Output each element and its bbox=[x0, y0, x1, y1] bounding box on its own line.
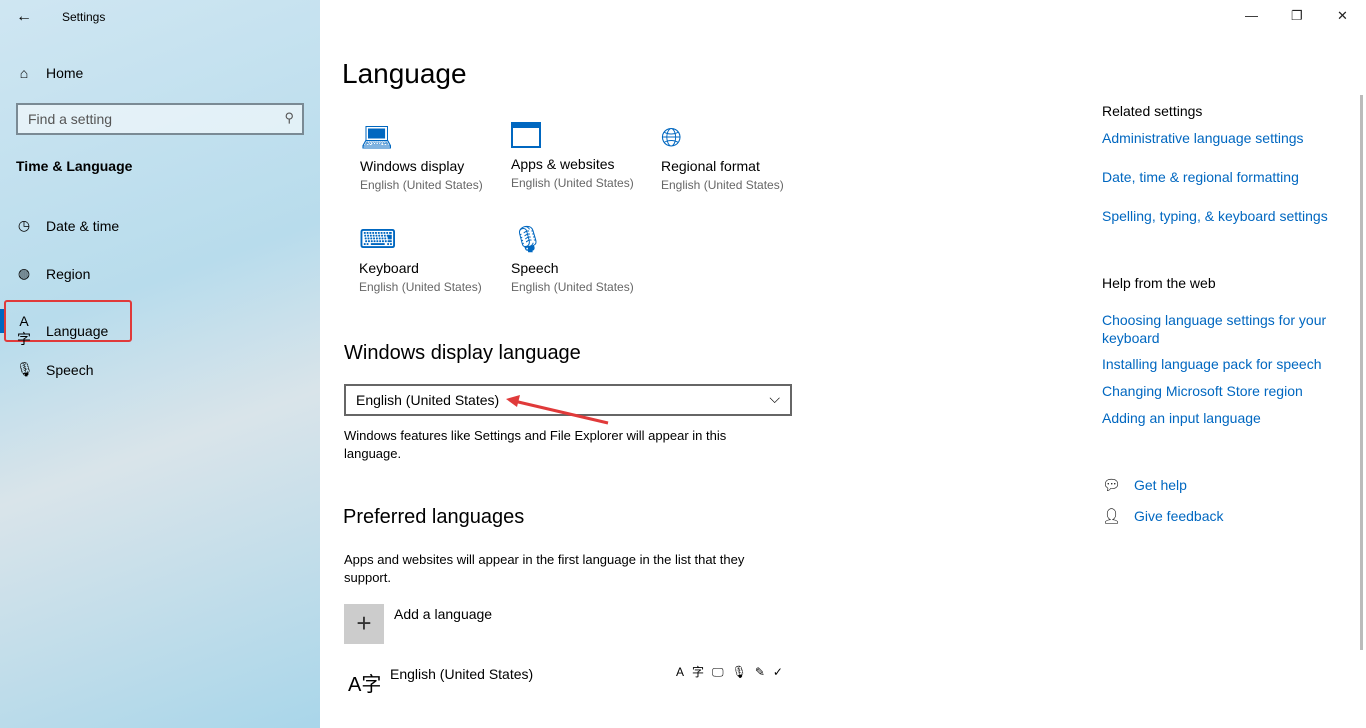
tile-sub: English (United States) bbox=[359, 280, 482, 294]
handwriting-icon: ✎ bbox=[754, 665, 773, 679]
language-icon: A字 bbox=[348, 674, 382, 696]
add-language-label[interactable]: Add a language bbox=[394, 606, 492, 622]
scrollbar[interactable] bbox=[1360, 95, 1363, 650]
sidebar-item-speech[interactable]: 🎙︎ Speech bbox=[16, 361, 93, 378]
sidebar-home[interactable]: ⌂ Home bbox=[16, 65, 84, 81]
restore-button[interactable]: ❐ bbox=[1291, 8, 1303, 24]
add-language-button[interactable]: + bbox=[344, 604, 384, 644]
search-icon: ⚲ bbox=[284, 110, 294, 125]
tile-sub: English (United States) bbox=[661, 178, 784, 192]
tile-windows-display[interactable]: 💻︎ Windows display English (United States) bbox=[360, 122, 510, 192]
language-feature-icons: A字🖵🎙︎✎✓ bbox=[676, 663, 791, 680]
label: Speech bbox=[46, 361, 94, 378]
link-date-time-formatting[interactable]: Date, time & regional formatting bbox=[1102, 169, 1299, 185]
label: Language bbox=[46, 323, 109, 339]
tile-title: Apps & websites bbox=[511, 156, 615, 172]
speech-icon: 🎙︎ bbox=[731, 665, 755, 679]
tile-title: Speech bbox=[511, 260, 559, 276]
display-language-icon: A字 bbox=[676, 665, 713, 679]
tile-title: Regional format bbox=[661, 158, 760, 174]
laptop-icon: 💻︎ bbox=[360, 122, 394, 152]
keyboard-icon: ⌨ bbox=[359, 224, 397, 254]
spellcheck-icon: ✓ bbox=[772, 665, 791, 679]
get-help-icon: 💬︎ bbox=[1102, 477, 1122, 494]
back-button[interactable]: ← bbox=[16, 8, 32, 26]
home-icon: ⌂ bbox=[19, 65, 29, 81]
microphone-icon: 🎙︎ bbox=[511, 224, 545, 254]
help-link[interactable]: Changing Microsoft Store region bbox=[1102, 383, 1303, 399]
window-icon bbox=[511, 122, 541, 148]
help-link[interactable]: Installing language pack for speech bbox=[1102, 356, 1321, 372]
tile-regional-format[interactable]: 🌐︎ Regional format English (United States) bbox=[661, 122, 811, 192]
tile-title: Windows display bbox=[360, 158, 465, 174]
link-spelling-typing[interactable]: Spelling, typing, & keyboard settings bbox=[1102, 208, 1328, 224]
clock-icon: ◷ bbox=[17, 217, 31, 233]
home-label: Home bbox=[46, 65, 84, 81]
get-help-link[interactable]: Get help bbox=[1134, 477, 1187, 493]
tile-speech[interactable]: 🎙︎ Speech English (United States) bbox=[511, 224, 661, 294]
tile-apps-websites[interactable]: Apps & websites English (United States) bbox=[511, 122, 661, 190]
sidebar-item-language[interactable]: A字 Language bbox=[16, 313, 108, 349]
related-settings-heading: Related settings bbox=[1102, 103, 1203, 119]
plus-icon: + bbox=[356, 608, 372, 638]
display-language-desc: Windows features like Settings and File … bbox=[344, 428, 727, 461]
feedback-icon: 👤︎ bbox=[1102, 508, 1122, 525]
window-title: Settings bbox=[62, 10, 106, 24]
language-entry[interactable]: English (United States) bbox=[390, 666, 533, 682]
annotation-arrow bbox=[506, 395, 609, 425]
globe-icon: ◍ bbox=[17, 265, 31, 281]
globe-icon: 🌐︎ bbox=[661, 122, 682, 152]
sidebar-item-date-time[interactable]: ◷ Date & time bbox=[16, 217, 119, 234]
help-link[interactable]: Choosing language settings for your keyb… bbox=[1102, 311, 1342, 347]
label: Region bbox=[46, 265, 91, 282]
help-link[interactable]: Adding an input language bbox=[1102, 410, 1261, 426]
search-placeholder: Find a setting bbox=[28, 111, 113, 127]
dropdown-value: English (United States) bbox=[356, 392, 500, 408]
tile-sub: English (United States) bbox=[511, 176, 634, 190]
sidebar: ← Settings ⌂ Home Find a setting ⚲ Time & … bbox=[0, 0, 320, 728]
minimize-button[interactable]: — bbox=[1245, 8, 1258, 23]
preferred-languages-desc: Apps and websites will appear in the fir… bbox=[344, 552, 745, 585]
display-language-heading: Windows display language bbox=[344, 342, 581, 364]
close-button[interactable]: ✕ bbox=[1337, 8, 1348, 24]
chevron-down-icon: ⌵ bbox=[769, 390, 780, 406]
label: Date & time bbox=[46, 217, 120, 234]
tile-keyboard[interactable]: ⌨ Keyboard English (United States) bbox=[359, 224, 509, 294]
preferred-languages-heading: Preferred languages bbox=[343, 506, 525, 528]
tile-sub: English (United States) bbox=[360, 178, 483, 192]
give-feedback-link[interactable]: Give feedback bbox=[1134, 508, 1224, 524]
text-to-speech-icon: 🖵 bbox=[712, 665, 732, 679]
link-admin-language[interactable]: Administrative language settings bbox=[1102, 130, 1304, 146]
language-icon: A字 bbox=[17, 313, 31, 347]
help-heading: Help from the web bbox=[1102, 275, 1216, 291]
section-title: Time & Language bbox=[16, 158, 133, 174]
sidebar-item-region[interactable]: ◍ Region bbox=[16, 265, 90, 282]
tile-title: Keyboard bbox=[359, 260, 419, 276]
microphone-icon: 🎙︎ bbox=[16, 361, 34, 377]
tile-sub: English (United States) bbox=[511, 280, 634, 294]
search-input[interactable]: Find a setting ⚲ bbox=[16, 103, 304, 135]
page-title: Language bbox=[342, 58, 467, 89]
